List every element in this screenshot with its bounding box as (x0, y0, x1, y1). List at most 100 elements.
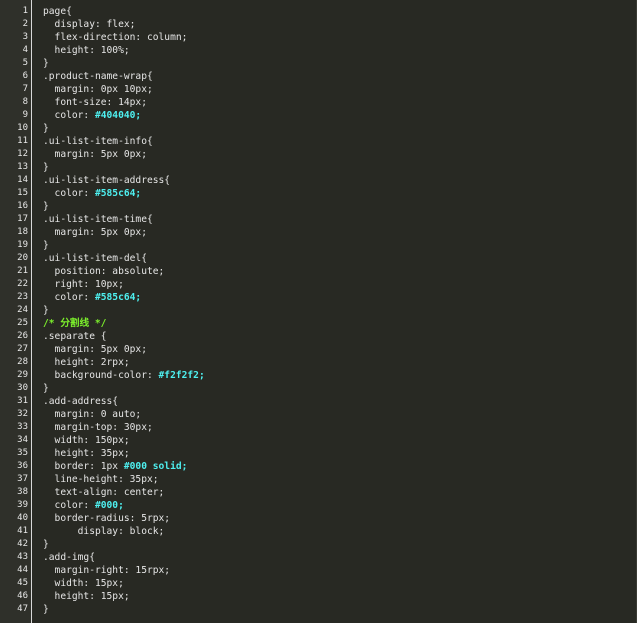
code-line[interactable]: 35 height: 35px; (0, 447, 637, 460)
code-line[interactable]: 45 width: 15px; (0, 577, 637, 590)
code-line[interactable]: 33 margin-top: 30px; (0, 421, 637, 434)
line-number: 8 (22, 97, 28, 107)
code-line[interactable]: 17 .ui-list-item-time{ (0, 213, 637, 226)
code-text: right: 10px; (43, 278, 124, 291)
line-number: 24 (17, 305, 28, 315)
code-value-highlight: #000 solid; (123, 461, 188, 472)
code-text: font-size: 14px; (43, 96, 147, 109)
code-token: .ui-list-item-info{ (43, 136, 153, 147)
code-line[interactable]: 10} (0, 122, 637, 135)
code-token: right: 10px; (43, 279, 124, 290)
line-number: 32 (17, 409, 28, 419)
code-text: } (43, 603, 49, 616)
code-line[interactable]: 40 border-radius: 5rpx; (0, 512, 637, 525)
line-number: 40 (17, 513, 28, 523)
code-line[interactable]: 22 right: 10px; (0, 278, 637, 291)
code-line[interactable]: 44 margin-right: 15rpx; (0, 564, 637, 577)
code-line[interactable]: 5} (0, 57, 637, 70)
code-line[interactable]: 32 margin: 0 auto; (0, 408, 637, 421)
code-line[interactable]: 24} (0, 304, 637, 317)
code-token: margin: 5px 0px; (43, 149, 147, 160)
code-line[interactable]: 27 margin: 5px 0px; (0, 343, 637, 356)
code-line[interactable]: 16} (0, 200, 637, 213)
code-token: margin: 5px 0px; (43, 227, 147, 238)
code-text: border-radius: 5rpx; (43, 512, 171, 525)
code-line[interactable]: 7 margin: 0px 10px; (0, 83, 637, 96)
code-text: position: absolute; (43, 265, 165, 278)
code-line[interactable]: 13} (0, 161, 637, 174)
code-text: margin: 0 auto; (43, 408, 142, 421)
code-editor[interactable]: 1 page{2 display: flex; 3 flex-direction: … (0, 0, 637, 623)
code-line[interactable]: 9 color: #404040; (0, 109, 637, 122)
code-line[interactable]: 37 line-height: 35px; (0, 473, 637, 486)
code-token: display: flex; (43, 19, 136, 30)
code-line[interactable]: 41 display: block; (0, 525, 637, 538)
code-line[interactable]: 46 height: 15px; (0, 590, 637, 603)
line-number: 15 (17, 188, 28, 198)
line-number: 6 (22, 71, 28, 81)
line-number: 21 (17, 266, 28, 276)
line-number: 37 (17, 474, 28, 484)
code-line[interactable]: 23 color: #585c64; (0, 291, 637, 304)
code-token: width: 150px; (43, 435, 130, 446)
line-number: 31 (17, 396, 28, 406)
code-line[interactable]: 43 .add-img{ (0, 551, 637, 564)
code-text: line-height: 35px; (43, 473, 159, 486)
line-number: 26 (17, 331, 28, 341)
code-line[interactable]: 14 .ui-list-item-address{ (0, 174, 637, 187)
code-line[interactable]: 3 flex-direction: column; (0, 31, 637, 44)
code-line[interactable]: 42} (0, 538, 637, 551)
code-line[interactable]: 2 display: flex; (0, 18, 637, 31)
code-line[interactable]: 47} (0, 603, 637, 616)
code-text: margin: 5px 0px; (43, 226, 147, 239)
code-token: margin: 0 auto; (43, 409, 142, 420)
code-token: margin: 5px 0px; (43, 344, 147, 355)
code-line[interactable]: 15 color: #585c64; (0, 187, 637, 200)
code-line[interactable]: 6 .product-name-wrap{ (0, 70, 637, 83)
code-text: color: #000; (43, 499, 124, 512)
code-text: height: 15px; (43, 590, 130, 603)
line-number: 14 (17, 175, 28, 185)
code-line[interactable]: 31 .add-address{ (0, 395, 637, 408)
code-lines[interactable]: 1 page{2 display: flex; 3 flex-direction: … (0, 5, 637, 616)
line-number: 34 (17, 435, 28, 445)
code-line[interactable]: 26 .separate { (0, 330, 637, 343)
code-token: .ui-list-item-time{ (43, 214, 153, 225)
code-line[interactable]: 36 border: 1px #000 solid; (0, 460, 637, 473)
line-number: 25 (17, 318, 28, 328)
code-line[interactable]: 20 .ui-list-item-del{ (0, 252, 637, 265)
code-line[interactable]: 25 /* 分割线 */ (0, 317, 637, 330)
code-line[interactable]: 34 width: 150px; (0, 434, 637, 447)
code-line[interactable]: 38 text-align: center; (0, 486, 637, 499)
code-text: text-align: center; (43, 486, 165, 499)
code-token: } (43, 201, 49, 212)
code-line[interactable]: 21 position: absolute; (0, 265, 637, 278)
code-value-highlight: #f2f2f2; (158, 370, 205, 381)
line-number: 41 (17, 526, 28, 536)
code-token: .ui-list-item-del{ (43, 253, 147, 264)
code-text: } (43, 239, 49, 252)
code-text: margin-top: 30px; (43, 421, 153, 434)
code-value-highlight: #404040; (94, 110, 142, 121)
line-number: 39 (17, 500, 28, 510)
code-line[interactable]: 30} (0, 382, 637, 395)
code-token: color: (43, 188, 95, 199)
line-number: 44 (17, 565, 28, 575)
code-token: background-color: (43, 370, 159, 381)
code-line[interactable]: 11 .ui-list-item-info{ (0, 135, 637, 148)
code-line[interactable]: 18 margin: 5px 0px; (0, 226, 637, 239)
code-line[interactable]: 39 color: #000; (0, 499, 637, 512)
code-line[interactable]: 1 page{ (0, 5, 637, 18)
code-line[interactable]: 29 background-color: #f2f2f2; (0, 369, 637, 382)
code-text: flex-direction: column; (43, 31, 188, 44)
line-number: 20 (17, 253, 28, 263)
code-line[interactable]: 8 font-size: 14px; (0, 96, 637, 109)
code-text: border: 1px #000 solid; (43, 460, 188, 473)
code-token: border: 1px (43, 461, 124, 472)
code-line[interactable]: 19} (0, 239, 637, 252)
code-line[interactable]: 12 margin: 5px 0px; (0, 148, 637, 161)
code-text: color: #404040; (43, 109, 142, 122)
code-line[interactable]: 4 height: 100%; (0, 44, 637, 57)
code-token: height: 100%; (43, 45, 130, 56)
code-line[interactable]: 28 height: 2rpx; (0, 356, 637, 369)
